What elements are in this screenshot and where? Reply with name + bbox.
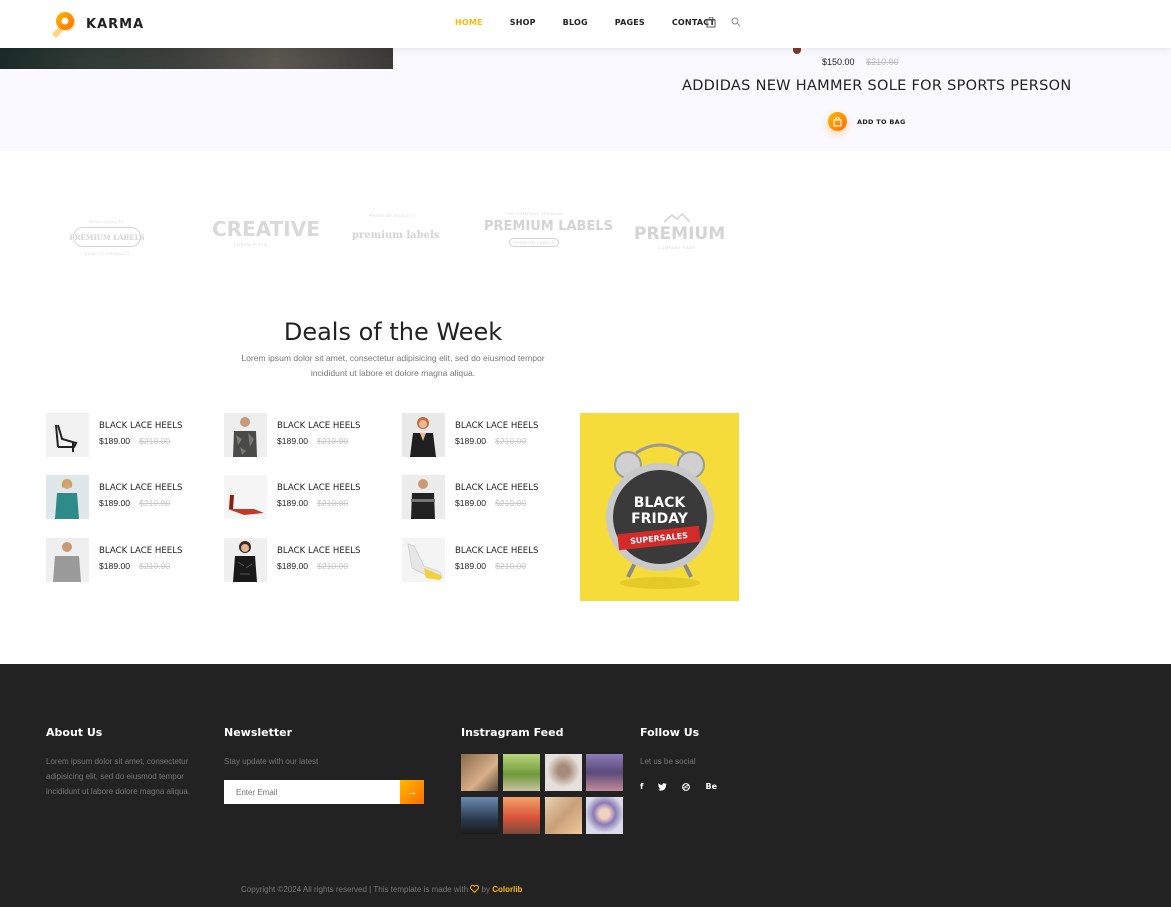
- product-item[interactable]: BLACK LACE HEELS $189.00 $210.00: [402, 413, 572, 457]
- instagram-photo[interactable]: [461, 754, 498, 791]
- email-input[interactable]: [224, 780, 400, 804]
- hero-banner: $150.00 $210.00 ADDIDAS NEW HAMMER SOLE …: [0, 48, 1171, 151]
- product-price: $189.00 $210.00: [277, 561, 349, 571]
- newsletter-text: Stay update with our latest: [224, 757, 319, 766]
- colorlib-link[interactable]: Colorlib: [492, 885, 522, 894]
- twitter-icon[interactable]: [658, 782, 668, 791]
- follow-title: Follow Us: [640, 726, 700, 739]
- product-price: $189.00 $210.00: [455, 498, 527, 508]
- brand-logo: CREATIVE LOREM IPSUM: [212, 217, 320, 247]
- logo[interactable]: KARMA: [46, 8, 144, 40]
- product-price: $189.00 $210.00: [455, 436, 527, 446]
- header-icons: [706, 17, 756, 31]
- black-friday-text: BLACK FRIDAY: [631, 495, 688, 527]
- hero-image: [0, 48, 393, 69]
- product-thumbnail[interactable]: [402, 413, 445, 457]
- instagram-photo[interactable]: [503, 797, 540, 834]
- product-thumbnail[interactable]: [46, 538, 89, 582]
- instagram-feed: [461, 754, 623, 835]
- follow-text: Let us be social: [640, 757, 696, 766]
- about-title: About Us: [46, 726, 103, 739]
- instagram-photo[interactable]: [503, 754, 540, 791]
- product-item[interactable]: BLACK LACE HEELS $189.00 $210.00: [224, 475, 394, 519]
- brand-logo: PREMIUM QUALITY premium labels: [352, 213, 440, 241]
- nav-shop[interactable]: SHOP: [510, 18, 536, 27]
- brand-logo: THE COMPANY PREMIUM PREMIUM LABELS PREMI…: [484, 211, 613, 247]
- product-name[interactable]: BLACK LACE HEELS: [277, 483, 360, 493]
- dribbble-icon[interactable]: [682, 782, 691, 791]
- product-price: $189.00 $210.00: [99, 561, 171, 571]
- site-footer: About Us Lorem ipsum dolor sit amet, con…: [0, 664, 1171, 907]
- product-price: $189.00 $210.00: [99, 436, 171, 446]
- add-to-bag-button[interactable]: ADD TO BAG: [828, 112, 906, 131]
- copyright: Copyright ©2024 All rights reserved | Th…: [241, 884, 523, 894]
- logo-icon: [46, 8, 78, 40]
- product-thumbnail[interactable]: [224, 475, 267, 519]
- brand-logo: PREMIUM COMPANY NAME: [634, 205, 725, 265]
- product-item[interactable]: BLACK LACE HEELS $189.00 $210.00: [402, 538, 572, 582]
- nav-pages[interactable]: PAGES: [615, 18, 645, 27]
- hero-old-price: $210.00: [866, 57, 899, 67]
- hero-product-image: [793, 48, 801, 54]
- product-thumbnail[interactable]: [46, 475, 89, 519]
- instagram-photo[interactable]: [461, 797, 498, 834]
- social-links: f Be: [640, 782, 732, 791]
- page: KARMA HOME SHOP BLOG PAGES CONTACT $150.…: [0, 0, 1171, 907]
- add-to-bag-label: ADD TO BAG: [857, 117, 906, 126]
- hero-product-title: ADDIDAS NEW HAMMER SOLE FOR SPORTS PERSO…: [682, 78, 1072, 94]
- product-item[interactable]: BLACK LACE HEELS $189.00 $210.00: [224, 538, 394, 582]
- brand-logo: HIGH QUALITY PREMIUM LABELS QUALITY PROD…: [69, 219, 145, 256]
- product-thumbnail[interactable]: [402, 538, 445, 582]
- product-item[interactable]: BLACK LACE HEELS $189.00 $210.00: [224, 413, 394, 457]
- nav-blog[interactable]: BLOG: [563, 18, 588, 27]
- product-thumbnail[interactable]: [402, 475, 445, 519]
- brand-name: KARMA: [86, 16, 145, 32]
- product-price: $189.00 $210.00: [99, 498, 171, 508]
- product-item[interactable]: BLACK LACE HEELS $189.00 $210.00: [46, 475, 216, 519]
- product-item[interactable]: BLACK LACE HEELS $189.00 $210.00: [46, 538, 216, 582]
- product-item[interactable]: BLACK LACE HEELS $189.00 $210.00: [402, 475, 572, 519]
- hero-current-price: $150.00: [822, 57, 855, 67]
- product-name[interactable]: BLACK LACE HEELS: [277, 546, 360, 556]
- heart-icon: [470, 884, 480, 894]
- instagram-photo[interactable]: [545, 754, 582, 791]
- product-name[interactable]: BLACK LACE HEELS: [455, 421, 538, 431]
- bag-icon[interactable]: [706, 17, 720, 31]
- section-title: Deals of the Week: [283, 318, 503, 346]
- product-name[interactable]: BLACK LACE HEELS: [99, 421, 182, 431]
- product-price: $189.00 $210.00: [277, 436, 349, 446]
- subscribe-button[interactable]: →: [400, 780, 424, 804]
- product-thumbnail[interactable]: [224, 538, 267, 582]
- facebook-icon[interactable]: f: [640, 782, 643, 791]
- brand-logos: HIGH QUALITY PREMIUM LABELS QUALITY PROD…: [46, 205, 736, 265]
- instagram-title: Instragram Feed: [461, 726, 564, 739]
- about-text: Lorem ipsum dolor sit amet, consectetur …: [46, 757, 191, 796]
- site-header: KARMA HOME SHOP BLOG PAGES CONTACT: [0, 0, 1171, 48]
- instagram-photo[interactable]: [586, 797, 623, 834]
- product-name[interactable]: BLACK LACE HEELS: [277, 421, 360, 431]
- hero-price: $150.00 $210.00: [822, 57, 899, 67]
- black-friday-banner[interactable]: BLACK FRIDAY SUPERSALES: [580, 413, 739, 601]
- instagram-photo[interactable]: [586, 754, 623, 791]
- search-icon[interactable]: [731, 17, 745, 31]
- section-subtitle: Lorem ipsum dolor sit amet, consectetur …: [241, 353, 545, 378]
- instagram-photo[interactable]: [545, 797, 582, 834]
- product-thumbnail[interactable]: [46, 413, 89, 457]
- newsletter-title: Newsletter: [224, 726, 293, 739]
- product-price: $189.00 $210.00: [277, 498, 349, 508]
- main-nav: HOME SHOP BLOG PAGES CONTACT: [455, 18, 742, 27]
- product-name[interactable]: BLACK LACE HEELS: [99, 483, 182, 493]
- nav-home[interactable]: HOME: [455, 18, 483, 27]
- product-name[interactable]: BLACK LACE HEELS: [99, 546, 182, 556]
- product-item[interactable]: BLACK LACE HEELS $189.00 $210.00: [46, 413, 216, 457]
- product-name[interactable]: BLACK LACE HEELS: [455, 546, 538, 556]
- newsletter-form: →: [224, 780, 424, 804]
- product-thumbnail[interactable]: [224, 413, 267, 457]
- bag-icon: [828, 112, 847, 131]
- product-price: $189.00 $210.00: [455, 561, 527, 571]
- product-name[interactable]: BLACK LACE HEELS: [455, 483, 538, 493]
- behance-icon[interactable]: Be: [705, 782, 717, 791]
